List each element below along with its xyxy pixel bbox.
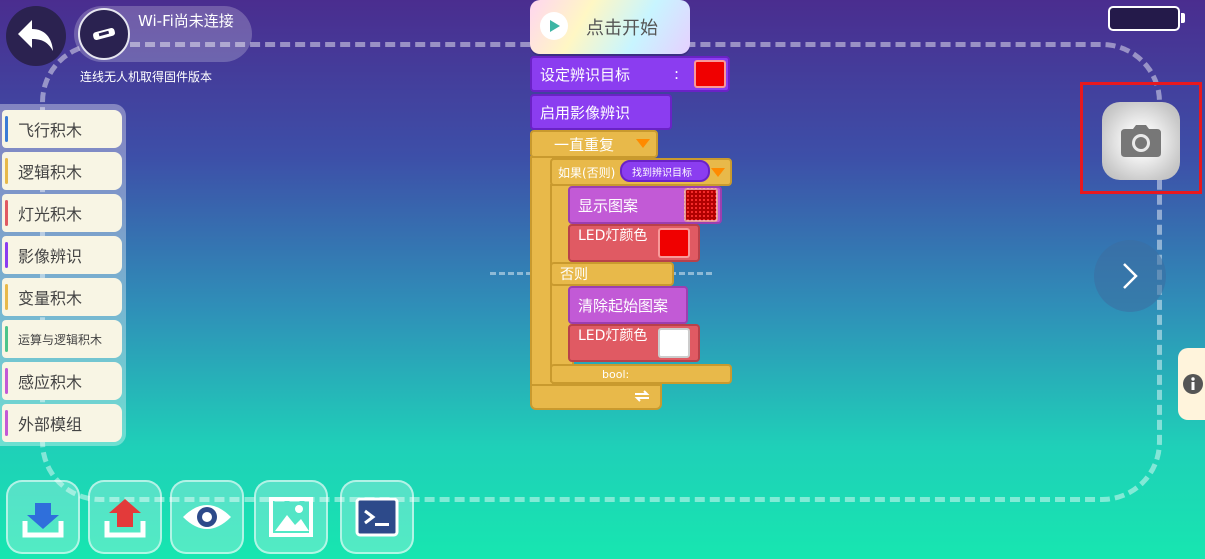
info-icon — [1183, 374, 1203, 394]
palette-item-external[interactable]: 外部模组 — [2, 404, 122, 442]
download-button[interactable] — [6, 480, 80, 554]
start-block-label: 点击开始 — [586, 18, 658, 39]
forever-loop-foot — [530, 384, 662, 410]
palette-item-variable[interactable]: 变量积木 — [2, 278, 122, 316]
repeat-icon — [634, 390, 650, 402]
play-icon — [540, 12, 568, 40]
back-button[interactable] — [6, 6, 66, 66]
battery-icon — [1108, 6, 1180, 31]
firmware-hint: 连线无人机取得固件版本 — [80, 70, 213, 84]
enable-vision-block[interactable]: 启用影像辨识 — [530, 94, 672, 130]
next-button[interactable] — [1094, 240, 1166, 312]
target-color-swatch[interactable] — [694, 60, 726, 88]
palette-item-light[interactable]: 灯光积木 — [2, 194, 122, 232]
condition-block[interactable]: 找到辨识目标 — [620, 160, 710, 182]
image-icon — [269, 497, 313, 537]
wifi-status-text: Wi-Fi尚未连接 — [138, 12, 234, 30]
eye-icon — [183, 505, 231, 529]
else-label-block: 否则 — [550, 262, 674, 286]
info-button[interactable] — [1178, 348, 1205, 420]
console-button[interactable] — [340, 480, 414, 554]
led-color-swatch-1[interactable] — [658, 228, 690, 258]
battery-tip — [1181, 13, 1185, 23]
palette-item-logic[interactable]: 逻辑积木 — [2, 152, 122, 190]
gallery-button[interactable] — [254, 480, 328, 554]
camera-icon — [1121, 125, 1161, 157]
back-arrow-icon — [18, 20, 53, 51]
terminal-icon — [355, 497, 399, 537]
block-palette: 飞行积木 逻辑积木 灯光积木 影像辨识 变量积木 运算与逻辑积木 感应积木 外部… — [0, 104, 126, 446]
if-dropdown-icon[interactable] — [711, 168, 725, 177]
clear-pattern-block[interactable]: 清除起始图案 — [568, 286, 688, 324]
camera-button[interactable] — [1102, 102, 1180, 180]
led-color-swatch-2[interactable] — [658, 328, 690, 358]
forever-dropdown-icon[interactable] — [636, 139, 650, 148]
chevron-right-icon — [1123, 263, 1138, 289]
drone-icon — [78, 8, 130, 60]
upload-button[interactable] — [88, 480, 162, 554]
palette-item-sensing[interactable]: 感应积木 — [2, 362, 122, 400]
upload-icon — [104, 499, 146, 538]
preview-button[interactable] — [170, 480, 244, 554]
led-matrix-icon[interactable] — [684, 188, 718, 222]
palette-item-flight[interactable]: 飞行积木 — [2, 110, 122, 148]
palette-item-operators[interactable]: 运算与逻辑积木 — [2, 320, 122, 358]
download-icon — [22, 503, 64, 538]
if-foot-block: bool: — [550, 364, 732, 384]
palette-item-vision[interactable]: 影像辨识 — [2, 236, 122, 274]
